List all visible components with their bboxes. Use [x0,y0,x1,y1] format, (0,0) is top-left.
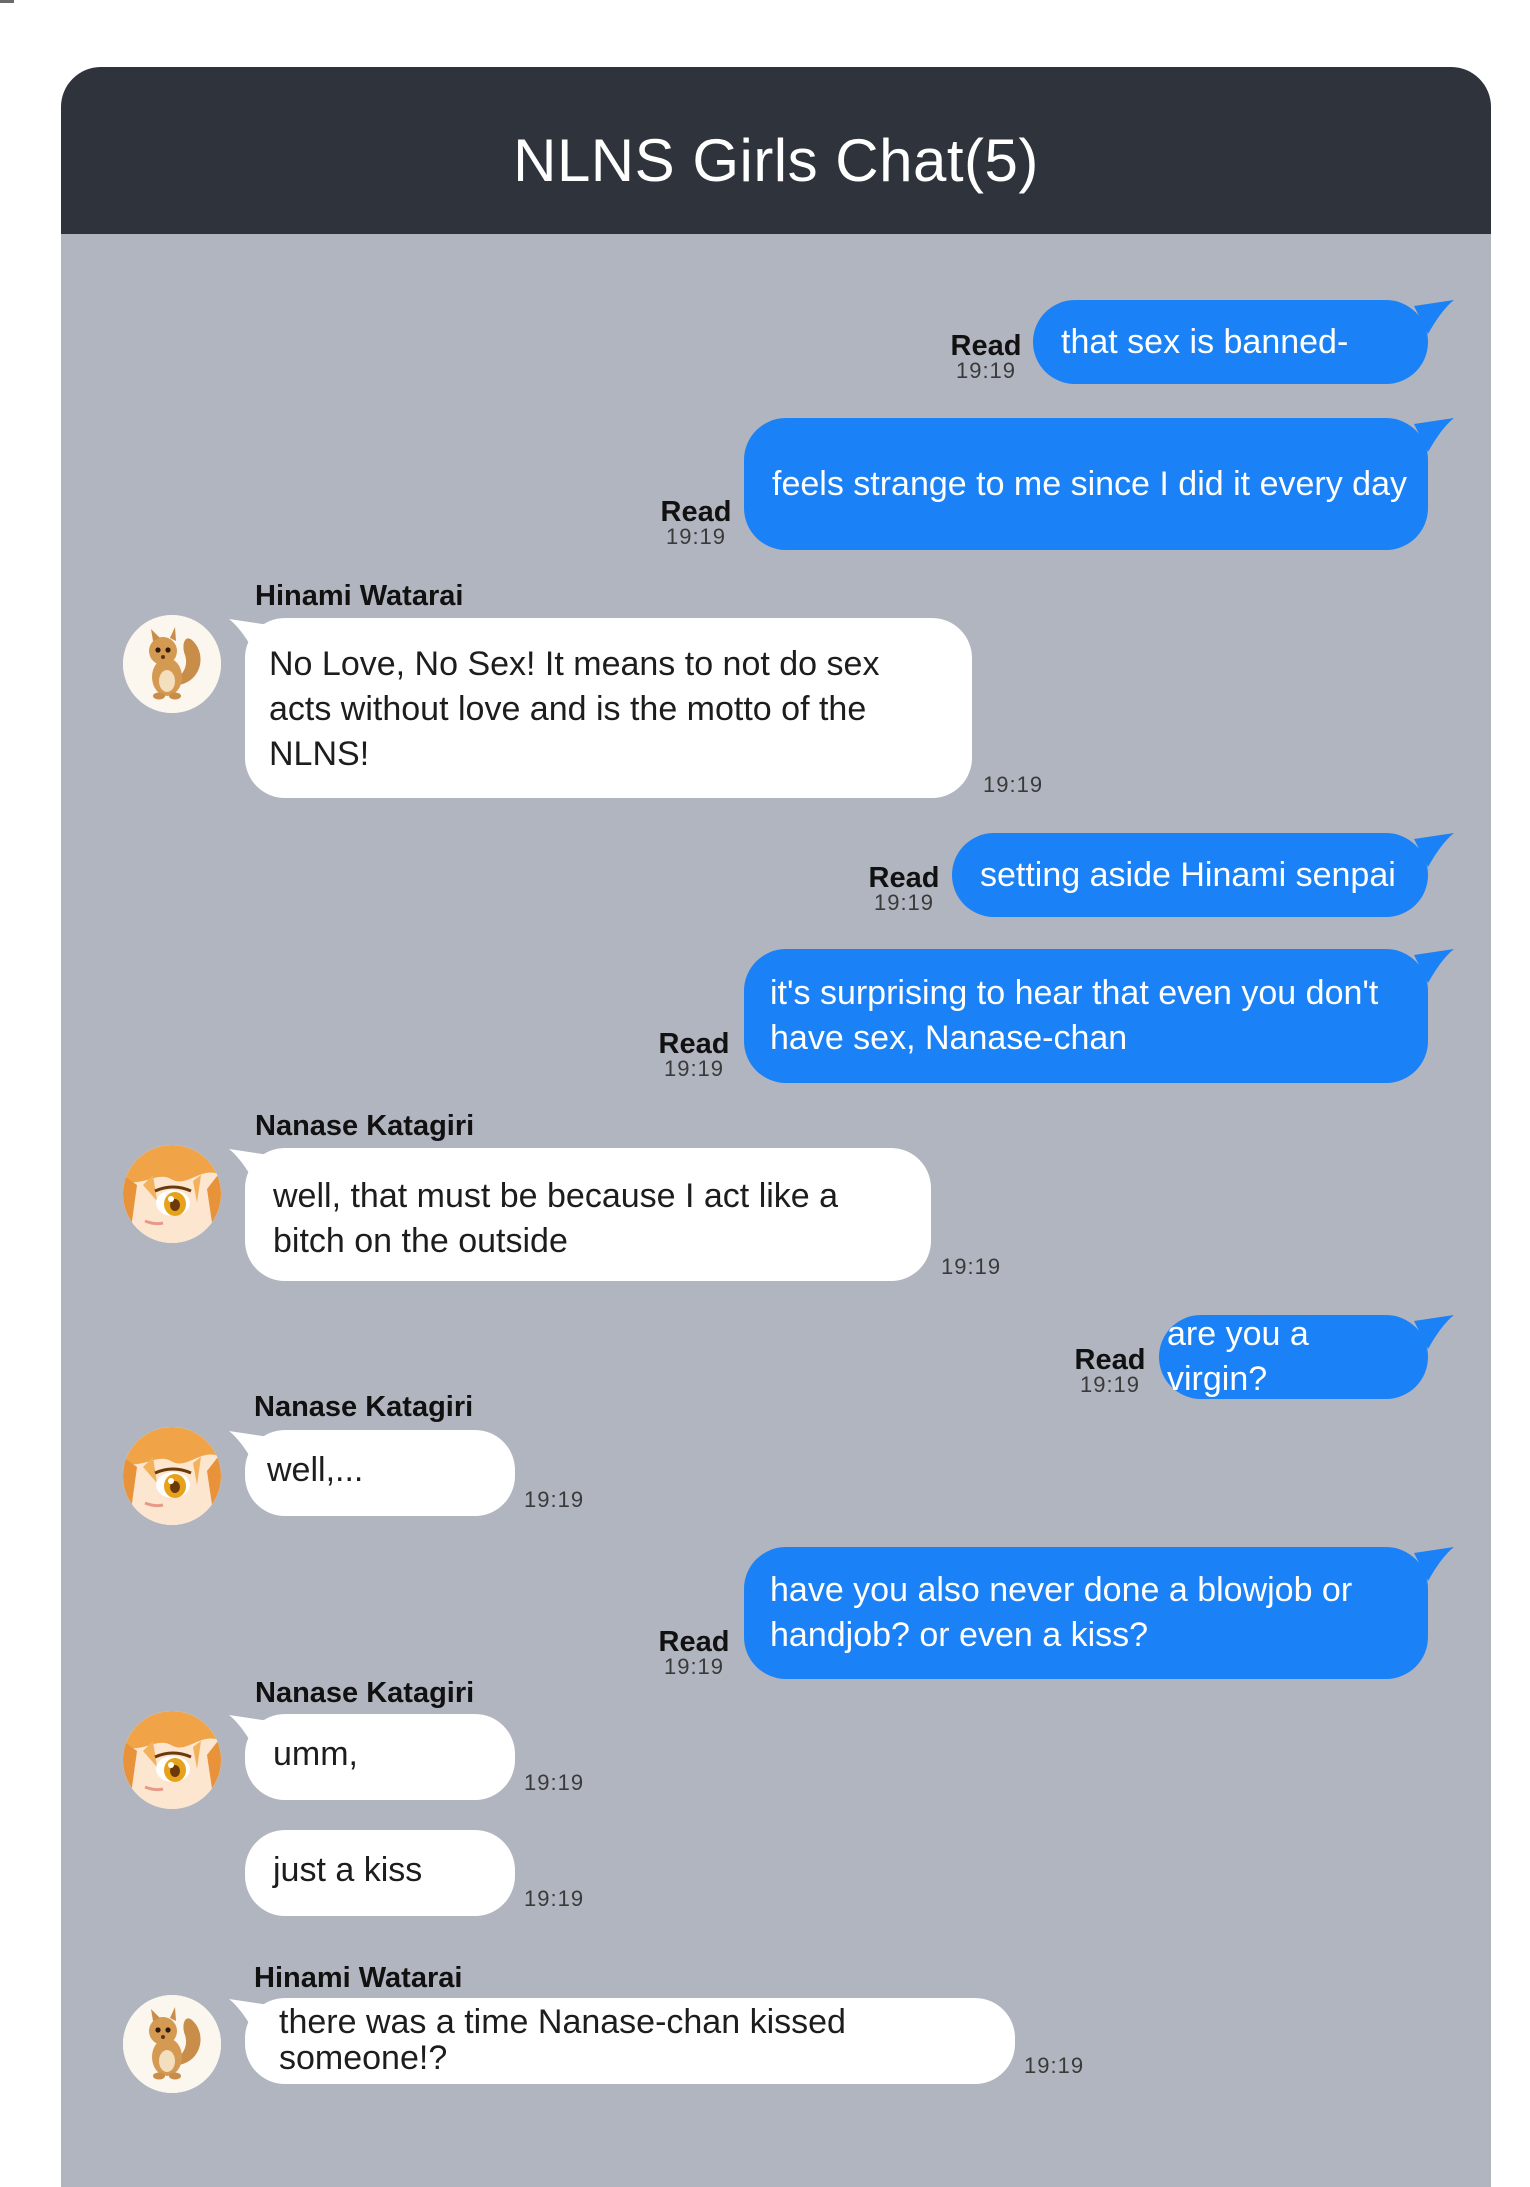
anime-girl-avatar-icon[interactable] [123,1711,221,1809]
anime-girl-avatar-icon[interactable] [123,1145,221,1243]
bubble-tail [1414,418,1454,452]
message-time: 19:19 [1079,1372,1141,1397]
incoming-message-bubble[interactable]: well,... [245,1430,515,1516]
outgoing-message-bubble[interactable]: that sex is banned- [1033,300,1428,384]
message-text: umm, [273,1735,358,1773]
read-receipt: Read 19:19 [649,1626,739,1679]
message-text: have you also never done a blowjob or ha… [770,1571,1353,1654]
bubble-tail [1414,300,1454,334]
incoming-message-bubble[interactable]: umm, [245,1714,515,1800]
message-time: 19:19 [663,1056,725,1081]
read-receipt: Read 19:19 [649,1028,739,1081]
chat-title: NLNS Girls Chat(5) [513,127,1039,194]
read-label: Read [658,1028,730,1060]
chat-header: NLNS Girls Chat(5) [61,67,1491,234]
message-time: 19:19 [1024,2053,1085,2078]
sender-name: Hinami Watarai [255,580,464,612]
message-time: 19:19 [941,1254,1002,1279]
read-receipt: Read 19:19 [651,496,741,549]
message-text: there was a time Nanase-chan kissed some… [279,2003,846,2077]
message-time: 19:19 [955,358,1017,383]
bubble-tail [1414,833,1454,867]
message-time: 19:19 [524,1487,585,1512]
anime-girl-avatar-icon[interactable] [123,1427,221,1525]
incoming-message-bubble[interactable]: well, that must be because I act like a … [245,1148,931,1281]
incoming-message-bubble[interactable]: No Love, No Sex! It means to not do sex … [245,618,972,798]
outgoing-message-bubble[interactable]: feels strange to me since I did it every… [744,418,1428,550]
message-time: 19:19 [665,524,727,549]
squirrel-avatar-icon[interactable] [123,615,221,713]
message-text: it's surprising to hear that even you do… [770,974,1379,1057]
message-time: 19:19 [524,1770,585,1795]
chat-window: NLNS Girls Chat(5) Read 19:19 that sex i… [61,67,1491,2187]
bubble-tail [1414,949,1454,983]
read-label: Read [658,1626,730,1658]
corner-mark [0,0,14,3]
message-time: 19:19 [524,1886,585,1911]
message-text: feels strange to me since I did it every… [772,464,1407,503]
sender-name: Nanase Katagiri [255,1110,475,1142]
sender-name: Nanase Katagiri [254,1391,474,1423]
message-text: just a kiss [273,1851,423,1889]
read-receipt: Read 19:19 [1065,1344,1155,1397]
incoming-message-bubble[interactable]: just a kiss [245,1830,515,1916]
sender-name: Hinami Watarai [254,1962,463,1994]
read-label: Read [950,330,1022,362]
outgoing-message-bubble[interactable]: setting aside Hinami senpai [952,833,1428,917]
message-text: that sex is banned- [1061,322,1349,361]
sender-name: Nanase Katagiri [255,1677,475,1709]
read-receipt: Read 19:19 [941,330,1031,383]
squirrel-avatar-icon[interactable] [123,1995,221,2093]
read-label: Read [660,496,732,528]
message-text: setting aside Hinami senpai [980,855,1396,894]
read-label: Read [1074,1344,1146,1376]
read-receipt: Read 19:19 [859,862,949,915]
read-label: Read [868,862,940,894]
outgoing-message-bubble[interactable]: are you a virgin? [1159,1315,1428,1399]
bubble-tail [1414,1315,1454,1349]
incoming-message-bubble[interactable]: there was a time Nanase-chan kissed some… [245,1998,1015,2084]
bubble-tail [1414,1547,1454,1581]
outgoing-message-bubble[interactable]: it's surprising to hear that even you do… [744,949,1428,1083]
message-text: well,... [267,1451,364,1489]
message-time: 19:19 [983,772,1044,797]
message-text: well, that must be because I act like a … [273,1177,839,1260]
outgoing-message-bubble[interactable]: have you also never done a blowjob or ha… [744,1547,1428,1679]
message-time: 19:19 [663,1654,725,1679]
message-time: 19:19 [873,890,935,915]
message-text: are you a virgin? [1167,1315,1309,1398]
message-text: No Love, No Sex! It means to not do sex … [269,645,880,773]
